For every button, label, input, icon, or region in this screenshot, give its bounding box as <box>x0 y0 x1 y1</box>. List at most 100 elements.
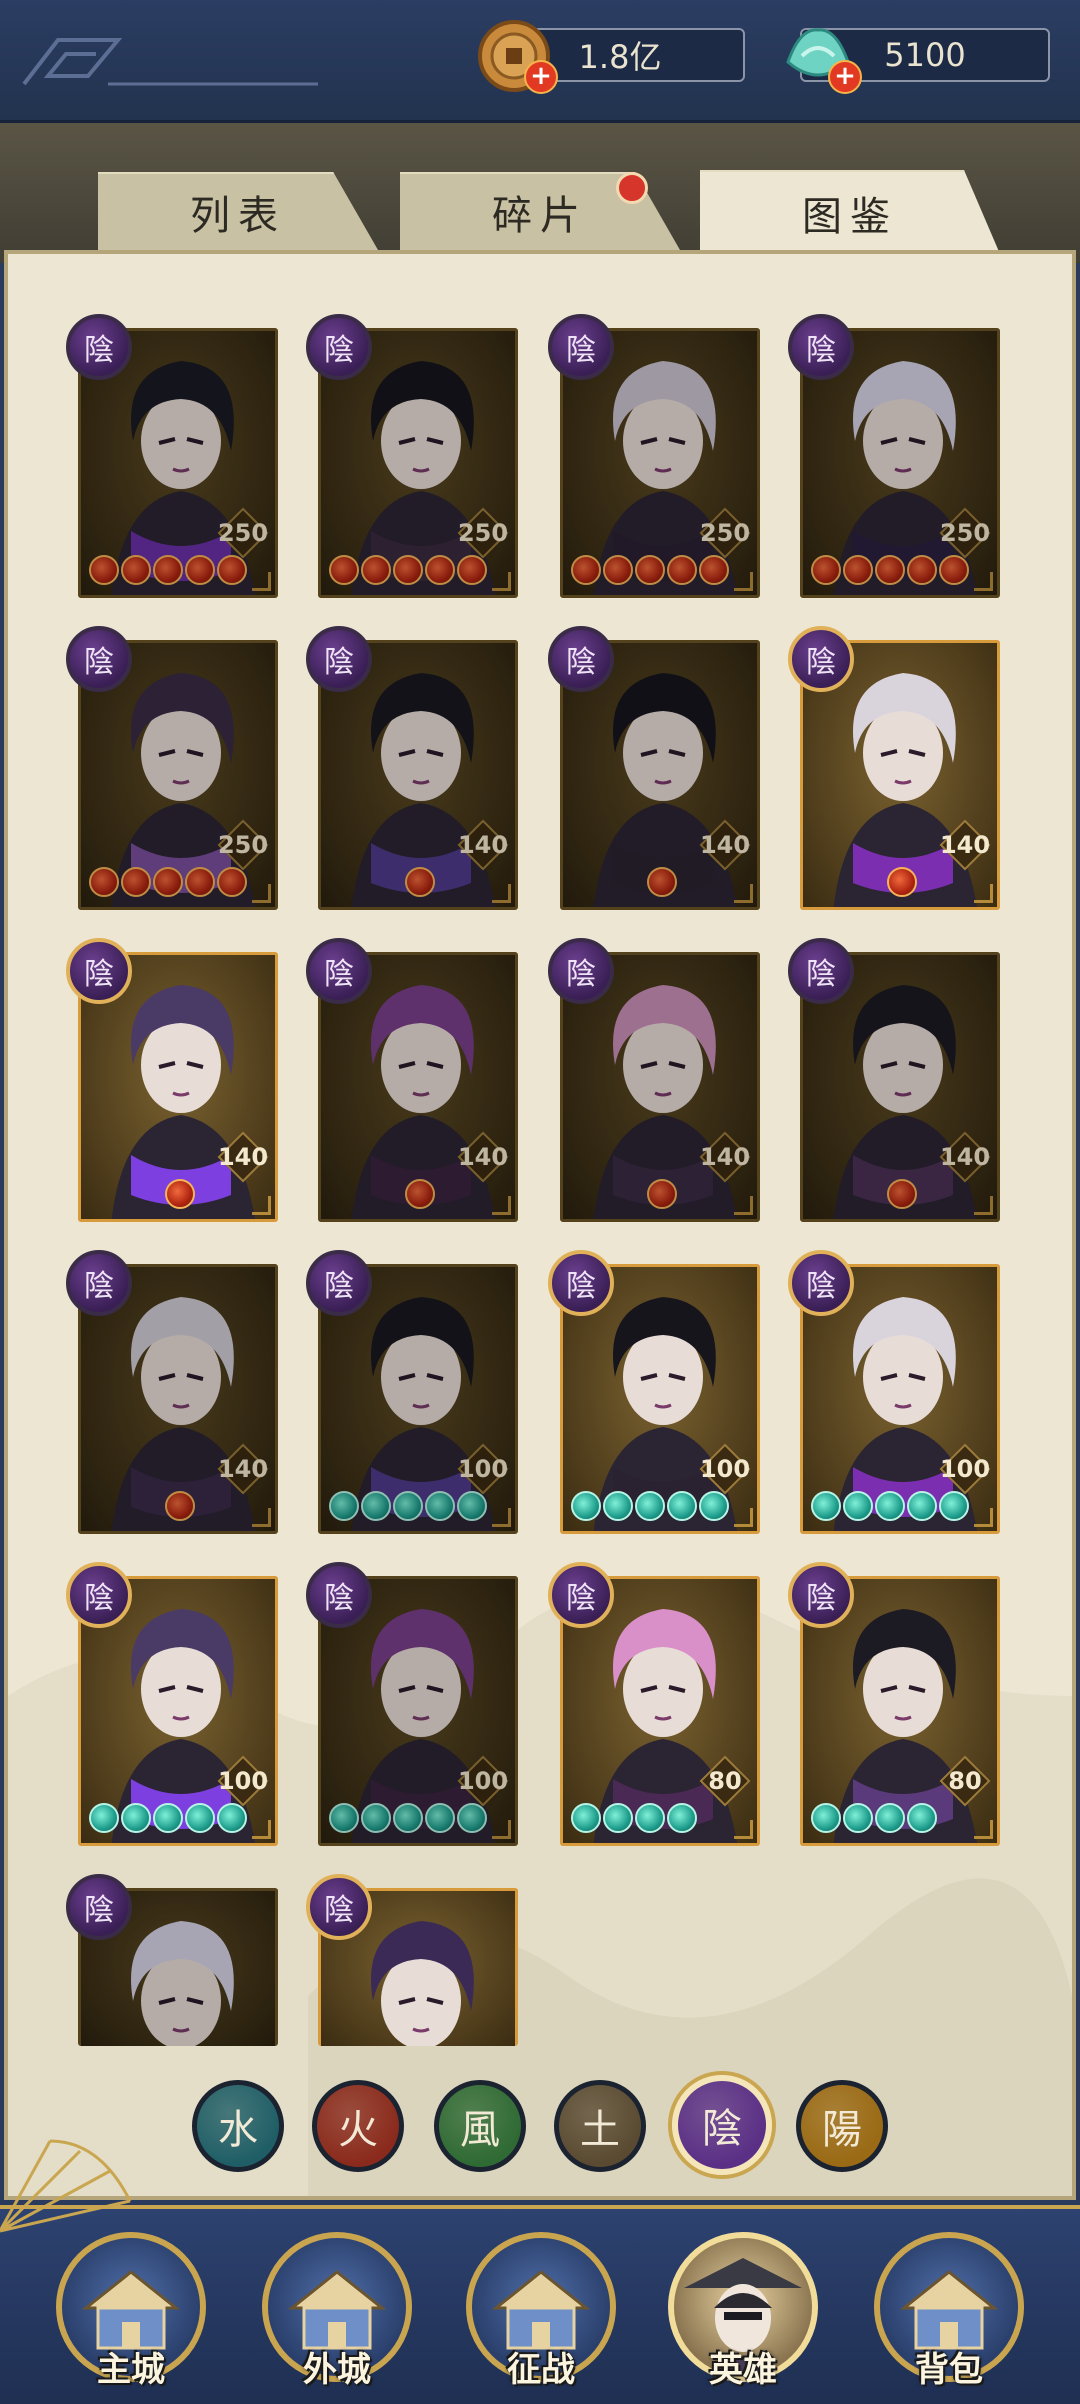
corner-ornament-icon <box>492 572 511 591</box>
hero-level: 100 <box>939 1445 991 1493</box>
hero-level-value: 100 <box>457 1455 509 1483</box>
star-orb-icon <box>457 555 487 585</box>
hero-level: 140 <box>699 1133 751 1181</box>
nav-label: 征战 <box>507 2350 575 2390</box>
hero-star-row <box>165 1179 195 1213</box>
star-orb-icon <box>667 1491 697 1521</box>
star-orb-icon <box>89 867 119 897</box>
star-orb-icon <box>217 867 247 897</box>
hero-star-row <box>571 555 729 589</box>
star-orb-icon <box>699 555 729 585</box>
corner-ornament-icon <box>974 572 993 591</box>
water-element-icon: 水 <box>218 2107 258 2153</box>
star-orb-icon <box>405 867 435 897</box>
cloud-pattern-icon <box>22 38 318 86</box>
star-orb-icon <box>907 555 937 585</box>
hero-level: 140 <box>700 821 750 869</box>
star-orb-icon <box>329 1803 359 1833</box>
yin-element-badge: 陰 <box>66 938 132 1004</box>
jade-amount: 5100 <box>884 36 966 74</box>
tab-list[interactable]: 列表 <box>98 172 378 250</box>
water-element-filter-button[interactable]: 水 <box>192 2080 284 2172</box>
hero-star-row <box>811 555 969 589</box>
corner-ornament-icon <box>974 1508 993 1527</box>
fire-element-filter-button[interactable]: 火 <box>312 2080 404 2172</box>
coin-amount: 1.8亿 <box>578 38 662 76</box>
yin-element-badge: 陰 <box>306 626 372 692</box>
hero-level-value: 140 <box>457 831 509 859</box>
yin-element-badge: 陰 <box>788 1250 854 1316</box>
yin-element-badge: 陰 <box>548 314 614 380</box>
yin-element-filter-button[interactable]: 陰 <box>672 2075 772 2175</box>
hero-level-value: 250 <box>939 519 991 547</box>
earth-element-icon: 土 <box>580 2107 620 2153</box>
earth-element-filter-button[interactable]: 土 <box>554 2080 646 2172</box>
hero-star-row <box>405 867 435 901</box>
star-orb-icon <box>811 1803 841 1833</box>
star-orb-icon <box>121 555 151 585</box>
hero-level: 250 <box>218 821 268 869</box>
yin-element-badge: 陰 <box>306 314 372 380</box>
nav-label: 背包 <box>915 2350 983 2390</box>
star-orb-icon <box>185 867 215 897</box>
star-orb-icon <box>165 1491 195 1521</box>
fragments-notification-dot <box>616 172 648 204</box>
star-orb-icon <box>393 555 423 585</box>
corner-ornament-icon <box>252 884 271 903</box>
yin-element-badge: 陰 <box>788 1562 854 1628</box>
star-orb-icon <box>571 1491 601 1521</box>
hero-star-row <box>89 1803 247 1837</box>
star-orb-icon <box>603 555 633 585</box>
fire-element-icon: 火 <box>338 2107 378 2153</box>
star-orb-icon <box>887 1179 917 1209</box>
hero-level-value: 80 <box>708 1767 742 1795</box>
star-orb-icon <box>329 555 359 585</box>
star-orb-icon <box>603 1803 633 1833</box>
hero-level: 250 <box>939 509 991 557</box>
hero-star-row <box>89 867 247 901</box>
hero-level-value: 140 <box>699 1143 751 1171</box>
corner-ornament-icon <box>974 1820 993 1839</box>
hero-level: 140 <box>218 1133 268 1181</box>
star-orb-icon <box>635 1491 665 1521</box>
star-orb-icon <box>89 1803 119 1833</box>
corner-ornament-icon <box>734 1820 753 1839</box>
yin-element-badge: 陰 <box>548 626 614 692</box>
corner-ornament-icon <box>974 884 993 903</box>
corner-ornament-icon <box>252 1820 271 1839</box>
hero-level: 100 <box>218 1757 268 1805</box>
hero-level-value: 250 <box>457 519 509 547</box>
star-orb-icon <box>153 867 183 897</box>
wind-element-icon: 風 <box>460 2107 500 2153</box>
yang-element-filter-button[interactable]: 陽 <box>796 2080 888 2172</box>
yin-element-badge: 陰 <box>306 1874 372 1940</box>
tab-codex[interactable]: 图鉴 <box>700 170 1000 254</box>
hero-star-row <box>329 1803 487 1837</box>
hero-level-value: 100 <box>939 1455 991 1483</box>
star-orb-icon <box>635 555 665 585</box>
add-jade-button[interactable]: + <box>828 60 862 94</box>
star-orb-icon <box>165 1179 195 1209</box>
wind-element-filter-button[interactable]: 風 <box>434 2080 526 2172</box>
star-orb-icon <box>939 555 969 585</box>
star-orb-icon <box>907 1491 937 1521</box>
star-orb-icon <box>185 1803 215 1833</box>
yin-element-badge: 陰 <box>66 1250 132 1316</box>
yin-element-badge: 陰 <box>66 314 132 380</box>
yang-element-icon: 陽 <box>822 2107 862 2153</box>
hero-level: 140 <box>458 1133 508 1181</box>
hero-level: 100 <box>458 1757 508 1805</box>
star-orb-icon <box>875 555 905 585</box>
hero-level: 100 <box>457 1445 509 1493</box>
star-orb-icon <box>457 1491 487 1521</box>
add-coins-button[interactable]: + <box>524 60 558 94</box>
hero-level: 250 <box>217 509 269 557</box>
hero-level: 140 <box>940 821 990 869</box>
star-orb-icon <box>571 1803 601 1833</box>
star-orb-icon <box>603 1491 633 1521</box>
corner-ornament-icon <box>252 1508 271 1527</box>
star-orb-icon <box>811 555 841 585</box>
yin-element-badge: 陰 <box>548 1562 614 1628</box>
hero-level: 140 <box>457 821 509 869</box>
hero-level-value: 250 <box>217 519 269 547</box>
